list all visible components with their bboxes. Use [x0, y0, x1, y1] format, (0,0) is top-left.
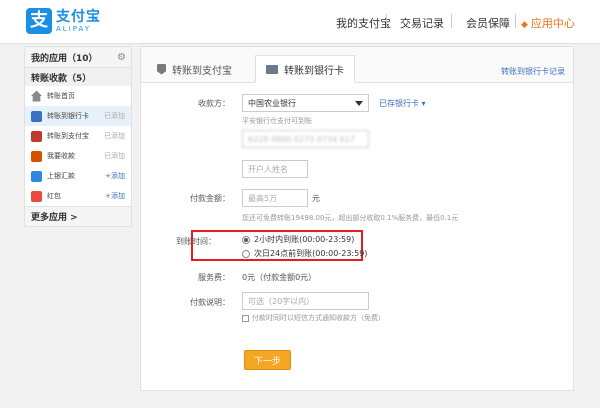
sidebar-item-to-alipay[interactable]: 转账到支付宝 已添加 [25, 126, 131, 146]
arrival-time-label: 到账时间： [176, 237, 216, 246]
arrival-option-next-day[interactable]: 次日24点前到账(00:00-23:59) [242, 248, 367, 259]
tab-bar: 转账到支付宝 转账到银行卡 转账到银行卡记录 [141, 47, 573, 83]
sidebar-item-transfer-home[interactable]: 转账首页 [25, 86, 131, 106]
added-tag: 已添加 [104, 112, 125, 120]
bank-transfer-records-link[interactable]: 转账到银行卡记录 [501, 66, 565, 77]
radio-unselected[interactable] [242, 249, 250, 258]
chevron-down-icon [355, 101, 363, 106]
nav-my-alipay[interactable]: 我的支付宝 [336, 15, 391, 31]
payment-note-label: 付款说明： [190, 298, 230, 307]
nav-divider [451, 14, 452, 28]
sidebar-item-receive[interactable]: 我要收款 已添加 [25, 146, 131, 166]
logo-text-en: ALIPAY [56, 24, 92, 33]
home-icon [31, 90, 42, 102]
nav-protection[interactable]: 会员保障 [466, 15, 510, 31]
tab-to-bank-card[interactable]: 转账到银行卡 [255, 55, 355, 83]
sms-notify-checkbox[interactable] [242, 314, 249, 322]
next-step-button[interactable]: 下一步 [244, 350, 291, 370]
card-number-input[interactable]: 6228 4800 0273 0734 617 [242, 130, 369, 148]
red-packet-icon [31, 190, 42, 202]
remit-icon [31, 170, 42, 182]
nav-app-center[interactable]: ◆ 应用中心 [521, 15, 575, 31]
sidebar-group-transfer[interactable]: 转账收款（5） [24, 68, 132, 86]
account-name-input[interactable]: 开户人姓名 [242, 160, 308, 178]
shield-icon [157, 63, 166, 75]
sidebar-item-red-packet[interactable]: 红包 +添加 [25, 186, 131, 206]
top-header: 支 支付宝 ALIPAY 我的支付宝 交易记录 会员保障 ◆ 应用中心 [0, 0, 600, 44]
amount-input[interactable]: 最高5万 [242, 189, 308, 207]
payee-label: 收款方： [198, 99, 230, 108]
sidebar-more-apps[interactable]: 更多应用 > [24, 207, 132, 227]
added-tag: 已添加 [104, 132, 125, 140]
added-tag: 已添加 [104, 152, 125, 160]
nav-divider [515, 14, 516, 28]
bank-hint: 平安银行仓支付可到账 [242, 117, 312, 125]
receive-money-icon [31, 150, 42, 162]
logo-text-cn: 支付宝 [56, 8, 101, 25]
payment-note-input[interactable]: 可选（20字以内） [242, 292, 369, 310]
sidebar-list: 转账首页 转账到银行卡 已添加 转账到支付宝 已添加 我要收款 已添加 上银汇款… [24, 86, 132, 207]
amount-hint: 您还可免费转账19498.00元，超出部分收取0.1%服务费，最低0.1元 [242, 214, 459, 222]
add-tag[interactable]: +添加 [105, 191, 125, 201]
amount-unit: 元 [312, 194, 320, 203]
tab-to-alipay[interactable]: 转账到支付宝 [147, 55, 242, 83]
alipay-logo-icon: 支 [26, 8, 52, 34]
sidebar-item-bank-card[interactable]: 转账到银行卡 已添加 [25, 106, 131, 126]
nav-transactions[interactable]: 交易记录 [400, 15, 444, 31]
bank-card-icon [266, 64, 278, 74]
active-dot-icon: ◆ [521, 20, 528, 30]
nav-divider [386, 14, 387, 28]
arrival-option-2h[interactable]: 2小时内到账(00:00-23:59) [242, 234, 354, 245]
saved-cards-link[interactable]: 已存银行卡 ▾ [379, 98, 426, 109]
bank-select[interactable]: 中国农业银行 [242, 94, 369, 112]
service-fee-value: 0元（付款金额0元） [242, 273, 317, 282]
amount-label: 付款金额： [190, 194, 230, 203]
gear-icon[interactable]: ⚙ [117, 52, 126, 63]
radio-selected[interactable] [242, 235, 250, 244]
sidebar-my-apps[interactable]: 我的应用（10） ⚙ [24, 46, 132, 68]
service-fee-label: 服务费： [198, 273, 230, 282]
add-tag[interactable]: +添加 [105, 171, 125, 181]
sms-notify-option[interactable]: 付款时同时以短信方式通知收款方（免费） [242, 313, 385, 323]
sidebar-item-remit[interactable]: 上银汇款 +添加 [25, 166, 131, 186]
transfer-icon [31, 130, 42, 142]
sidebar: 我的应用（10） ⚙ 转账收款（5） 转账首页 转账到银行卡 已添加 转账到支付… [24, 46, 132, 227]
alipay-logo[interactable]: 支 支付宝 ALIPAY [26, 8, 101, 34]
bank-card-icon [31, 110, 42, 122]
